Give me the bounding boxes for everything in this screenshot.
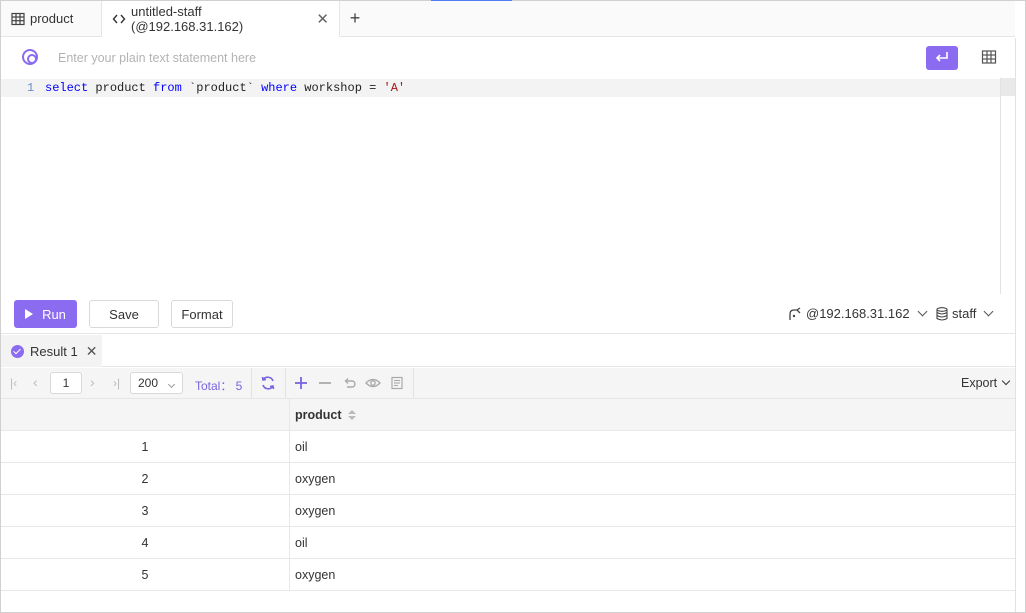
- next-page-icon[interactable]: ›: [90, 374, 95, 390]
- column-header-product[interactable]: product: [290, 399, 1015, 430]
- result-tab-bar: Result 1 ✕: [1, 335, 1015, 367]
- database-label: staff: [952, 306, 977, 321]
- refresh-icon[interactable]: [259, 374, 277, 392]
- cell-product[interactable]: oxygen: [290, 559, 1015, 590]
- action-bar: Run Save Format @192.168.31.162 staff: [1, 294, 1015, 334]
- enter-icon: [935, 51, 949, 66]
- page-number-input[interactable]: 1: [50, 372, 82, 394]
- table-row[interactable]: 4 oil: [1, 527, 1015, 559]
- divider: [285, 368, 286, 399]
- table-row[interactable]: 5 oxygen: [1, 559, 1015, 591]
- run-button[interactable]: Run: [14, 300, 77, 328]
- right-divider: [1015, 38, 1016, 612]
- keyword-from: from: [153, 81, 182, 95]
- chevron-down-icon: [983, 306, 994, 317]
- close-icon[interactable]: ✕: [316, 10, 329, 28]
- result-table: product 1 oil 2 oxygen 3 oxygen 4 oil 5 …: [1, 399, 1015, 591]
- code-condition: workshop =: [297, 81, 384, 95]
- export-label: Export: [961, 376, 998, 390]
- database-selector[interactable]: staff: [936, 306, 994, 321]
- grid-view-icon[interactable]: [981, 49, 997, 65]
- result-tab-label: Result 1: [30, 343, 78, 359]
- cell-product[interactable]: oil: [290, 431, 1015, 462]
- sql-code-line[interactable]: select product from `product` where work…: [45, 81, 405, 95]
- table-header-row: product: [1, 399, 1015, 431]
- keyword-where: where: [261, 81, 298, 95]
- row-index: 2: [1, 463, 290, 494]
- scrollbar-thumb[interactable]: [1001, 78, 1015, 96]
- connection-label: @192.168.31.162: [806, 306, 910, 321]
- add-row-icon[interactable]: [292, 374, 310, 392]
- string-literal: 'A': [383, 81, 406, 95]
- cell-product[interactable]: oil: [290, 527, 1015, 558]
- save-button[interactable]: Save: [89, 300, 159, 328]
- sql-preview-icon[interactable]: [388, 374, 406, 392]
- ai-assistant-icon: [22, 49, 38, 65]
- table-row[interactable]: 2 oxygen: [1, 463, 1015, 495]
- result-toolbar: |‹ ‹ 1 › ›| 200 Total： 5 Export: [1, 368, 1015, 399]
- sql-editor[interactable]: 1 select product from `product` where wo…: [1, 78, 1000, 294]
- play-icon: [25, 309, 34, 319]
- code-icon: [112, 12, 126, 26]
- export-button[interactable]: Export: [961, 376, 1011, 390]
- add-tab-button[interactable]: +: [340, 1, 370, 36]
- chevron-down-icon: [917, 306, 928, 317]
- column-header-label: product: [295, 407, 342, 422]
- page-size-select[interactable]: 200: [130, 372, 183, 394]
- page-size-value: 200: [138, 376, 159, 390]
- tab-bar: product untitled-staff (@192.168.31.162)…: [1, 1, 1015, 37]
- generate-sql-button[interactable]: [926, 46, 958, 70]
- nl-prompt-input[interactable]: [58, 46, 658, 70]
- total-count: Total： 5: [195, 379, 243, 393]
- database-icon: [936, 306, 948, 321]
- tab-untitled-staff[interactable]: untitled-staff (@192.168.31.162) ✕: [102, 1, 340, 37]
- tab-label: untitled-staff (@192.168.31.162): [131, 3, 244, 34]
- editor-scrollbar[interactable]: [1000, 78, 1015, 294]
- nl-prompt-bar: [1, 38, 1015, 78]
- cell-product[interactable]: oxygen: [290, 495, 1015, 526]
- table-icon: [11, 12, 25, 26]
- save-label: Save: [109, 306, 139, 322]
- table-row[interactable]: 3 oxygen: [1, 495, 1015, 527]
- keyword-select: select: [45, 81, 89, 95]
- code-table: `product`: [181, 81, 262, 95]
- run-label: Run: [42, 306, 66, 322]
- table-row[interactable]: 1 oil: [1, 431, 1015, 463]
- sort-icon[interactable]: [347, 409, 356, 420]
- row-index-header: [1, 399, 290, 430]
- chevron-down-icon: [168, 380, 176, 389]
- success-check-icon: [11, 344, 24, 358]
- tab-product[interactable]: product: [1, 1, 102, 36]
- plus-icon: +: [349, 8, 361, 28]
- first-page-icon[interactable]: |‹: [10, 376, 17, 390]
- divider: [413, 368, 414, 399]
- row-index: 3: [1, 495, 290, 526]
- last-page-icon[interactable]: ›|: [113, 376, 120, 390]
- prev-page-icon[interactable]: ‹: [33, 374, 38, 390]
- row-index: 5: [1, 559, 290, 590]
- connection-selector[interactable]: @192.168.31.162: [788, 306, 928, 321]
- format-button[interactable]: Format: [171, 300, 233, 328]
- tab-result-1[interactable]: Result 1 ✕: [1, 335, 102, 367]
- eye-icon[interactable]: [364, 374, 382, 392]
- tab-label: product: [30, 11, 74, 26]
- divider: [251, 368, 252, 399]
- close-icon[interactable]: ✕: [86, 343, 98, 360]
- cell-product[interactable]: oxygen: [290, 463, 1015, 494]
- chevron-down-icon: [1001, 376, 1011, 386]
- undo-icon[interactable]: [340, 374, 358, 392]
- code-column: product: [88, 81, 154, 95]
- row-index: 4: [1, 527, 290, 558]
- format-label: Format: [181, 306, 223, 322]
- delete-row-icon[interactable]: [316, 374, 334, 392]
- row-index: 1: [1, 431, 290, 462]
- connection-icon: [788, 306, 802, 321]
- line-number: 1: [27, 81, 35, 95]
